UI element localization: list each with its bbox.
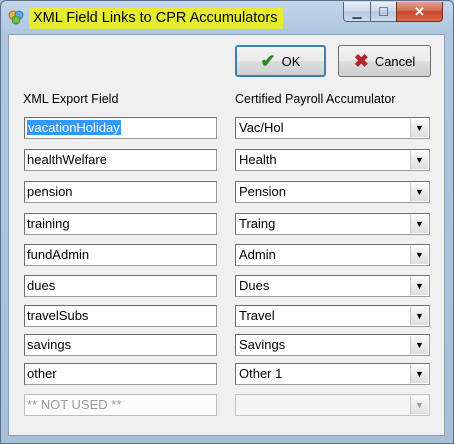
dropdown-arrow-icon[interactable]: ▼ (410, 215, 428, 233)
accumulator-dropdown[interactable]: Other 1 ▼ (235, 363, 430, 385)
dropdown-value: Pension (239, 184, 286, 199)
cancel-label: Cancel (374, 53, 416, 69)
mapping-row: vacationHoliday Vac/Hol ▼ (9, 117, 446, 139)
dropdown-arrow-icon[interactable]: ▼ (410, 119, 428, 137)
maximize-button[interactable]: ☐ (370, 2, 397, 22)
xml-field-input[interactable]: dues (24, 275, 217, 297)
xml-export-field-header: XML Export Field (23, 92, 119, 106)
accumulator-dropdown[interactable]: Health ▼ (235, 149, 430, 171)
mapping-row: fundAdmin Admin ▼ (9, 244, 446, 266)
maximize-icon: ☐ (378, 4, 389, 19)
dropdown-value: Savings (239, 337, 286, 352)
xml-field-input[interactable]: travelSubs (24, 305, 217, 327)
accumulator-dropdown[interactable]: Dues ▼ (235, 275, 430, 297)
check-icon: ✔ (260, 51, 276, 71)
accumulator-dropdown[interactable]: Travel ▼ (235, 305, 430, 327)
dropdown-value: Other 1 (239, 366, 283, 381)
dropdown-arrow-icon[interactable]: ▼ (410, 246, 428, 264)
mapping-row: savings Savings ▼ (9, 334, 446, 356)
dialog-body: ✔ OK ✖ Cancel XML Export Field Certified… (8, 34, 445, 436)
mapping-row: training Traing ▼ (9, 213, 446, 235)
dropdown-value: Vac/Hol (239, 120, 284, 135)
mapping-row: travelSubs Travel ▼ (9, 305, 446, 327)
x-icon: ✖ (353, 51, 369, 71)
xml-field-input[interactable]: vacationHoliday (24, 117, 217, 139)
accumulator-header: Certified Payroll Accumulator (235, 92, 396, 106)
xml-field-input-disabled: ** NOT USED ** (24, 394, 217, 416)
window-title: XML Field Links to CPR Accumulators (29, 7, 284, 29)
selected-text: vacationHoliday (27, 120, 121, 135)
xml-field-input[interactable]: savings (24, 334, 217, 356)
mapping-row: dues Dues ▼ (9, 275, 446, 297)
xml-field-input[interactable]: training (24, 213, 217, 235)
dropdown-arrow-icon[interactable]: ▼ (410, 307, 428, 325)
dropdown-arrow-icon[interactable]: ▼ (410, 365, 428, 383)
accumulator-dropdown[interactable]: Vac/Hol ▼ (235, 117, 430, 139)
dropdown-value: Dues (239, 278, 270, 293)
dropdown-arrow-icon[interactable]: ▼ (410, 183, 428, 201)
mapping-row-disabled: ** NOT USED ** ▼ (9, 394, 446, 416)
accumulator-dropdown[interactable]: Admin ▼ (235, 244, 430, 266)
dropdown-arrow-icon[interactable]: ▼ (410, 151, 428, 169)
accumulator-dropdown-disabled: ▼ (235, 394, 430, 416)
xml-field-input[interactable]: healthWelfare (24, 149, 217, 171)
dropdown-arrow-icon: ▼ (410, 396, 428, 414)
ok-label: OK (281, 53, 301, 69)
dropdown-arrow-icon[interactable]: ▼ (410, 277, 428, 295)
dropdown-value: Admin (239, 247, 276, 262)
accumulator-dropdown[interactable]: Pension ▼ (235, 181, 430, 203)
cancel-button[interactable]: ✖ Cancel (338, 45, 431, 77)
accumulator-dropdown[interactable]: Traing ▼ (235, 213, 430, 235)
mapping-row: pension Pension ▼ (9, 181, 446, 203)
dropdown-value: Health (239, 152, 277, 167)
dropdown-value: Traing (239, 216, 276, 231)
xml-field-input[interactable]: fundAdmin (24, 244, 217, 266)
dialog-window: XML Field Links to CPR Accumulators ▁ ☐ … (0, 0, 454, 444)
close-button[interactable]: ✕ (396, 2, 443, 22)
xml-field-input[interactable]: pension (24, 181, 217, 203)
accumulator-dropdown[interactable]: Savings ▼ (235, 334, 430, 356)
title-bar[interactable]: XML Field Links to CPR Accumulators ▁ ☐ … (1, 1, 453, 35)
xml-field-input[interactable]: other (24, 363, 217, 385)
mapping-row: healthWelfare Health ▼ (9, 149, 446, 171)
minimize-icon: ▁ (352, 4, 362, 19)
minimize-button[interactable]: ▁ (343, 2, 371, 22)
app-icon (8, 10, 24, 25)
ok-button[interactable]: ✔ OK (235, 45, 326, 77)
close-icon: ✕ (414, 3, 425, 19)
dropdown-arrow-icon[interactable]: ▼ (410, 336, 428, 354)
dropdown-value: Travel (239, 308, 275, 323)
mapping-row: other Other 1 ▼ (9, 363, 446, 385)
